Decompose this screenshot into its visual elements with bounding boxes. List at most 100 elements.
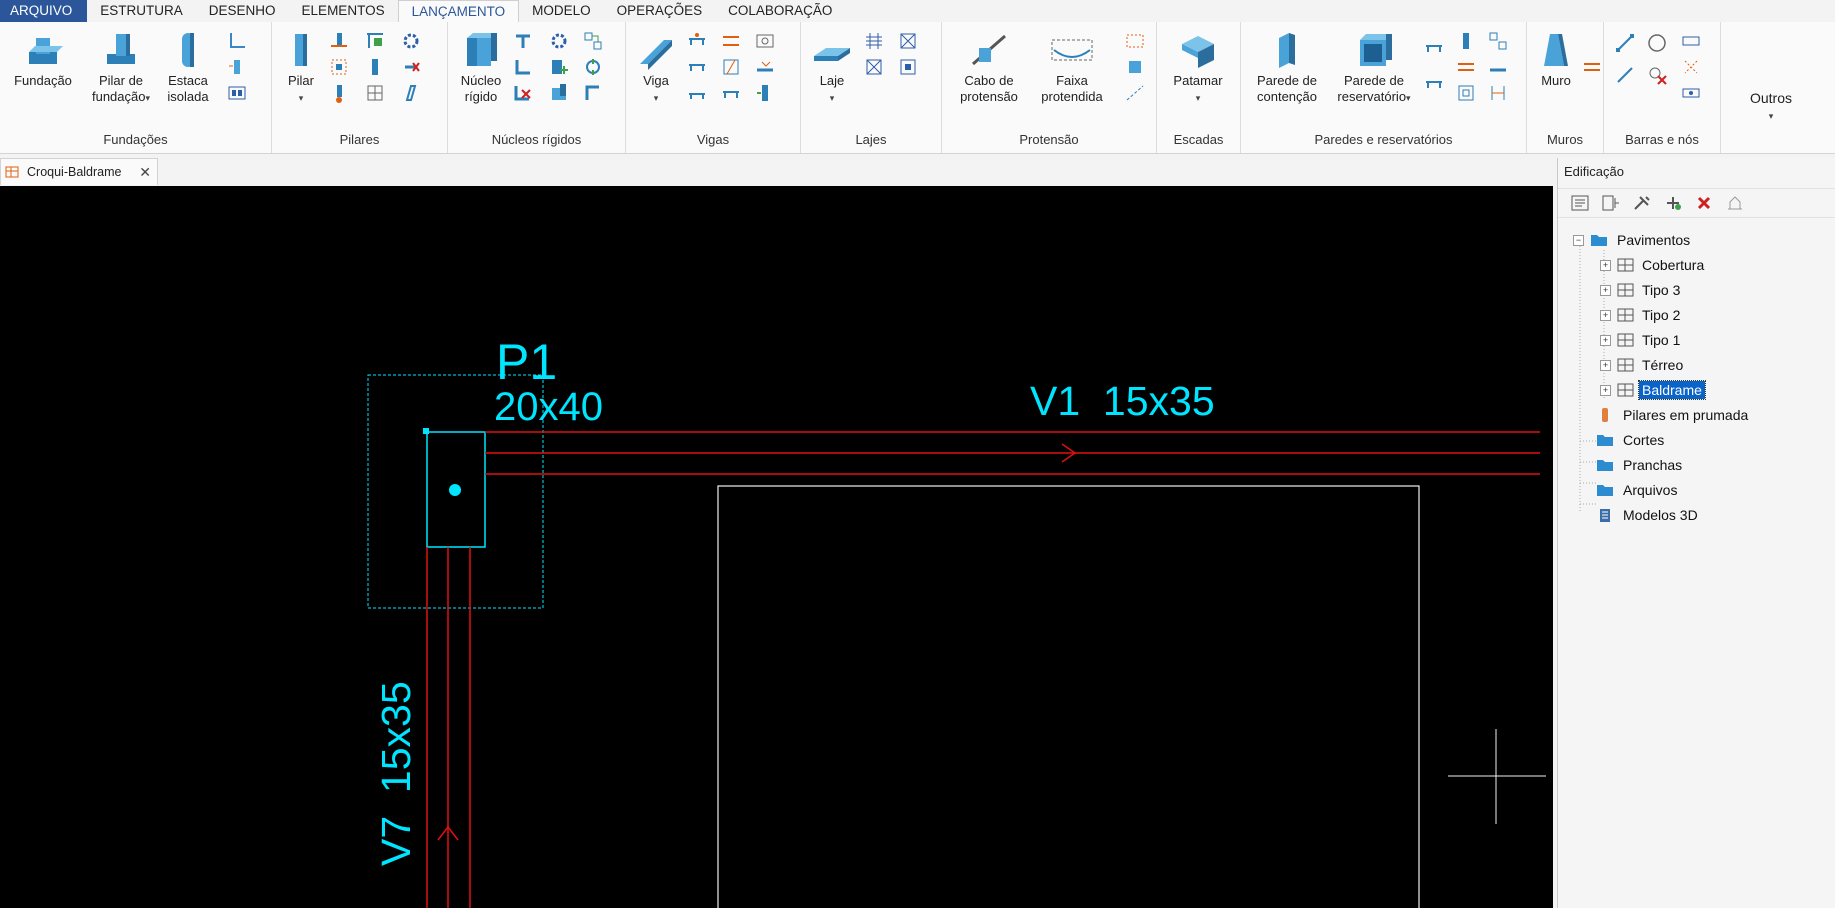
wall-tool-1-icon[interactable] bbox=[1423, 36, 1445, 58]
drawing-canvas[interactable]: P1 20x40 V1 15x35 V7 15x35 bbox=[0, 186, 1553, 908]
expand-icon[interactable]: + bbox=[1600, 284, 1611, 296]
menu-tab-colaboracao[interactable]: COLABORAÇÃO bbox=[715, 0, 845, 22]
tendon-tool-1-icon[interactable] bbox=[1124, 30, 1146, 52]
beam-tool-2-icon[interactable] bbox=[686, 56, 708, 78]
tendon-tool-3-icon[interactable] bbox=[1124, 82, 1146, 104]
node-delete-icon[interactable] bbox=[1646, 64, 1668, 86]
column-delete-icon[interactable] bbox=[400, 56, 422, 78]
wall-tool-8-icon[interactable] bbox=[1487, 82, 1509, 104]
menu-tab-lancamento[interactable]: LANÇAMENTO bbox=[397, 0, 520, 23]
column-tool-3-icon[interactable] bbox=[328, 82, 350, 104]
tree-node-pilares-prumada[interactable]: Pilares em prumada bbox=[1596, 404, 1751, 426]
wall-tool-3-icon[interactable] bbox=[1455, 30, 1477, 52]
column-tool-1-icon[interactable] bbox=[328, 30, 350, 52]
column-tool-2-icon[interactable] bbox=[328, 56, 350, 78]
outros-button[interactable]: Outros ▾ bbox=[1747, 90, 1795, 124]
slab-tool-4-icon[interactable] bbox=[897, 30, 919, 52]
tree-node-cortes[interactable]: Cortes bbox=[1596, 429, 1667, 451]
wall-tool-7-icon[interactable] bbox=[1487, 56, 1509, 78]
bar-tool-3-icon[interactable] bbox=[1680, 30, 1702, 52]
expand-icon[interactable]: + bbox=[1600, 334, 1611, 346]
menu-tab-desenho[interactable]: DESENHO bbox=[196, 0, 289, 22]
parede-contencao-button[interactable]: Parede de contenção bbox=[1251, 30, 1323, 105]
floor-list-icon[interactable] bbox=[1599, 192, 1623, 214]
slab-tool-3-icon[interactable] bbox=[863, 82, 885, 104]
nucleo-rigido-button[interactable]: Núcleo rígido bbox=[456, 30, 506, 105]
document-tab-croqui[interactable]: Croqui-Baldrame ✕ bbox=[0, 158, 158, 185]
beam-tool-3-icon[interactable] bbox=[686, 82, 708, 104]
tree-node-floor[interactable]: + Tipo 1 bbox=[1600, 329, 1683, 351]
bar-tool-2-icon[interactable] bbox=[1614, 64, 1636, 86]
tendon-tool-2-icon[interactable] bbox=[1124, 56, 1146, 78]
wall-tool-6-icon[interactable] bbox=[1487, 30, 1509, 52]
expand-icon[interactable]: + bbox=[1600, 309, 1611, 321]
tree-node-floor-selected[interactable]: + Baldrame bbox=[1600, 379, 1706, 401]
tree-view-icon[interactable] bbox=[1568, 192, 1592, 214]
pilar-button[interactable]: Pilar ▾ bbox=[278, 30, 324, 106]
foundation-tool-2-icon[interactable] bbox=[226, 56, 248, 78]
core-delete-icon[interactable] bbox=[512, 82, 534, 104]
expand-icon[interactable]: + bbox=[1600, 359, 1611, 371]
expand-icon[interactable]: + bbox=[1600, 384, 1611, 396]
tree-node-floor[interactable]: + Cobertura bbox=[1600, 254, 1707, 276]
muro-button[interactable]: Muro bbox=[1531, 30, 1581, 89]
collapse-icon[interactable]: − bbox=[1573, 234, 1584, 246]
core-tool-6-icon[interactable] bbox=[582, 82, 604, 104]
wall-tool-2-icon[interactable] bbox=[1423, 72, 1445, 94]
patamar-button[interactable]: Patamar ▾ bbox=[1165, 30, 1231, 106]
beam-tool-1-icon[interactable] bbox=[686, 30, 708, 52]
beam-tool-4-icon[interactable] bbox=[720, 30, 742, 52]
beam-tool-9-icon[interactable] bbox=[754, 82, 776, 104]
core-settings-icon[interactable] bbox=[548, 30, 570, 52]
cabo-protensao-button[interactable]: Cabo de protensão bbox=[954, 30, 1024, 105]
parede-reservatorio-button[interactable]: Parede de reservatório▾ bbox=[1333, 30, 1415, 106]
slab-outline[interactable] bbox=[717, 485, 1420, 908]
column-tool-4-icon[interactable] bbox=[364, 30, 386, 52]
wall-tool-4-icon[interactable] bbox=[1455, 56, 1477, 78]
column-rotate-icon[interactable] bbox=[400, 82, 422, 104]
beam-tool-7-icon[interactable] bbox=[754, 30, 776, 52]
menu-tab-operacoes[interactable]: OPERAÇÕES bbox=[604, 0, 716, 22]
column-tool-6-icon[interactable] bbox=[364, 82, 386, 104]
wall-tool-5-icon[interactable] bbox=[1455, 82, 1477, 104]
core-tool-5-icon[interactable] bbox=[582, 56, 604, 78]
tree-node-modelos-3d[interactable]: Modelos 3D bbox=[1596, 504, 1701, 526]
tree-node-pavimentos[interactable]: − Pavimentos bbox=[1573, 229, 1693, 251]
viga-button[interactable]: Viga ▾ bbox=[634, 30, 678, 106]
core-tool-1-icon[interactable] bbox=[512, 30, 534, 52]
foundation-tool-3-icon[interactable] bbox=[226, 82, 248, 104]
beam-tool-8-icon[interactable] bbox=[754, 56, 776, 78]
menu-tab-modelo[interactable]: MODELO bbox=[519, 0, 604, 22]
fundacao-button[interactable]: Fundação bbox=[6, 30, 80, 89]
tree-node-floor[interactable]: + Tipo 3 bbox=[1600, 279, 1683, 301]
wall-direction-icon[interactable] bbox=[1581, 56, 1603, 78]
estaca-isolada-button[interactable]: Estaca isolada bbox=[160, 30, 216, 105]
tree-node-floor[interactable]: + Térreo bbox=[1600, 354, 1686, 376]
core-tool-2-icon[interactable] bbox=[512, 56, 534, 78]
menu-tab-arquivo[interactable]: ARQUIVO bbox=[0, 0, 88, 22]
column-tool-5-icon[interactable] bbox=[364, 56, 386, 78]
tools-icon[interactable] bbox=[1630, 192, 1654, 214]
pillar-grip[interactable] bbox=[423, 428, 429, 434]
slab-tool-2-icon[interactable] bbox=[863, 56, 885, 78]
foundation-tool-1-icon[interactable] bbox=[226, 30, 248, 52]
node-circle-icon[interactable] bbox=[1646, 32, 1668, 54]
laje-button[interactable]: Laje ▾ bbox=[807, 30, 857, 106]
bar-tool-4-icon[interactable] bbox=[1680, 56, 1702, 78]
column-settings-icon[interactable] bbox=[400, 30, 422, 52]
beam-tool-6-icon[interactable] bbox=[720, 82, 742, 104]
bar-tool-5-icon[interactable] bbox=[1680, 82, 1702, 104]
core-tool-3-icon[interactable] bbox=[548, 82, 570, 104]
faixa-protendida-button[interactable]: Faixa protendida bbox=[1034, 30, 1110, 105]
slab-tool-1-icon[interactable] bbox=[863, 30, 885, 52]
delete-icon[interactable] bbox=[1692, 192, 1716, 214]
properties-icon[interactable] bbox=[1723, 192, 1747, 214]
close-icon[interactable]: ✕ bbox=[139, 164, 151, 181]
core-add-icon[interactable] bbox=[548, 56, 570, 78]
tree-node-floor[interactable]: + Tipo 2 bbox=[1600, 304, 1683, 326]
menu-tab-estrutura[interactable]: ESTRUTURA bbox=[87, 0, 196, 22]
menu-tab-elementos[interactable]: ELEMENTOS bbox=[289, 0, 398, 22]
add-node-icon[interactable] bbox=[1661, 192, 1685, 214]
tree-node-arquivos[interactable]: Arquivos bbox=[1596, 479, 1680, 501]
slab-tool-5-icon[interactable] bbox=[897, 56, 919, 78]
